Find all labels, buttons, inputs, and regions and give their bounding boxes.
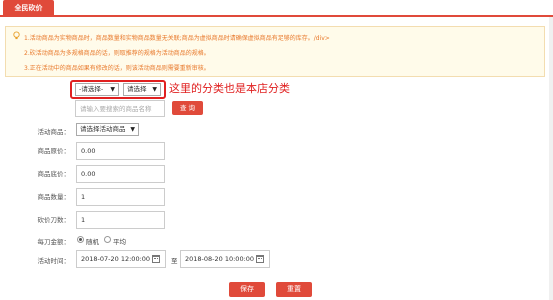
quantity-label: 商品数量： bbox=[37, 193, 71, 201]
search-input[interactable]: 请输入要搜索的商品名称 bbox=[75, 100, 165, 117]
notice-line-3: 3.正在活动中的商品如果有修改的话，则该活动商品则需要重新审核。 bbox=[24, 65, 210, 72]
query-button[interactable]: 查 询 bbox=[172, 101, 203, 115]
chevron-down-icon: ▼ bbox=[130, 126, 135, 133]
lightbulb-icon bbox=[13, 31, 20, 40]
product-label: 活动商品： bbox=[37, 128, 71, 136]
start-time-value: 2018-07-20 12:00:00 bbox=[81, 255, 151, 263]
category-select-2[interactable]: 请选择 ▼ bbox=[123, 83, 161, 96]
floor-input[interactable]: 0.00 bbox=[76, 165, 165, 183]
cuts-label: 砍价刀数： bbox=[37, 216, 71, 224]
price-label: 商品原价： bbox=[37, 147, 71, 155]
notice-line-1: 1.活动商品为实物商品时，商品数量和实物商品数量无关联;商品为虚拟商品时请确保虚… bbox=[24, 35, 330, 42]
radio-random[interactable] bbox=[77, 236, 84, 243]
reset-button[interactable]: 重置 bbox=[276, 282, 312, 297]
category-select-1[interactable]: -请选择- ▼ bbox=[75, 83, 119, 96]
notice-panel: 1.活动商品为实物商品时，商品数量和实物商品数量无关联;商品为虚拟商品时请确保虚… bbox=[5, 26, 545, 77]
tab-bargain[interactable]: 全民砍价 bbox=[3, 0, 54, 17]
annotation-text: 这里的分类也是本店分类 bbox=[169, 82, 290, 95]
tab-bar: 全民砍价 bbox=[0, 0, 553, 17]
chevron-down-icon: ▼ bbox=[152, 86, 157, 93]
notice-line-2: 2.砍活动商品为多规格商品的话，则取推荐的规格为活动商品的规格。 bbox=[24, 50, 210, 57]
radio-average[interactable] bbox=[104, 236, 111, 243]
product-select[interactable]: 请选择活动商品 ▼ bbox=[76, 123, 139, 136]
time-label: 活动时间： bbox=[37, 257, 71, 265]
floor-label: 商品底价： bbox=[37, 170, 71, 178]
price-input[interactable]: 0.00 bbox=[76, 142, 165, 160]
category-select-1-label: -请选择- bbox=[79, 85, 104, 93]
quantity-input[interactable]: 1 bbox=[76, 188, 165, 206]
end-time-value: 2018-08-20 10:00:00 bbox=[185, 255, 255, 263]
calendar-icon[interactable] bbox=[256, 255, 264, 263]
radio-random-label: 随机 bbox=[86, 238, 99, 246]
cuts-input[interactable]: 1 bbox=[76, 211, 165, 229]
amount-label: 每刀金额： bbox=[37, 238, 71, 246]
category-select-2-label: 请选择 bbox=[127, 85, 147, 93]
chevron-down-icon: ▼ bbox=[110, 86, 115, 93]
save-button[interactable]: 保存 bbox=[229, 282, 265, 297]
scrollbar[interactable] bbox=[549, 17, 553, 300]
product-select-label: 请选择活动商品 bbox=[80, 125, 126, 133]
to-label: 至 bbox=[171, 257, 178, 265]
calendar-icon[interactable] bbox=[152, 255, 160, 263]
radio-average-label: 平均 bbox=[113, 238, 126, 246]
